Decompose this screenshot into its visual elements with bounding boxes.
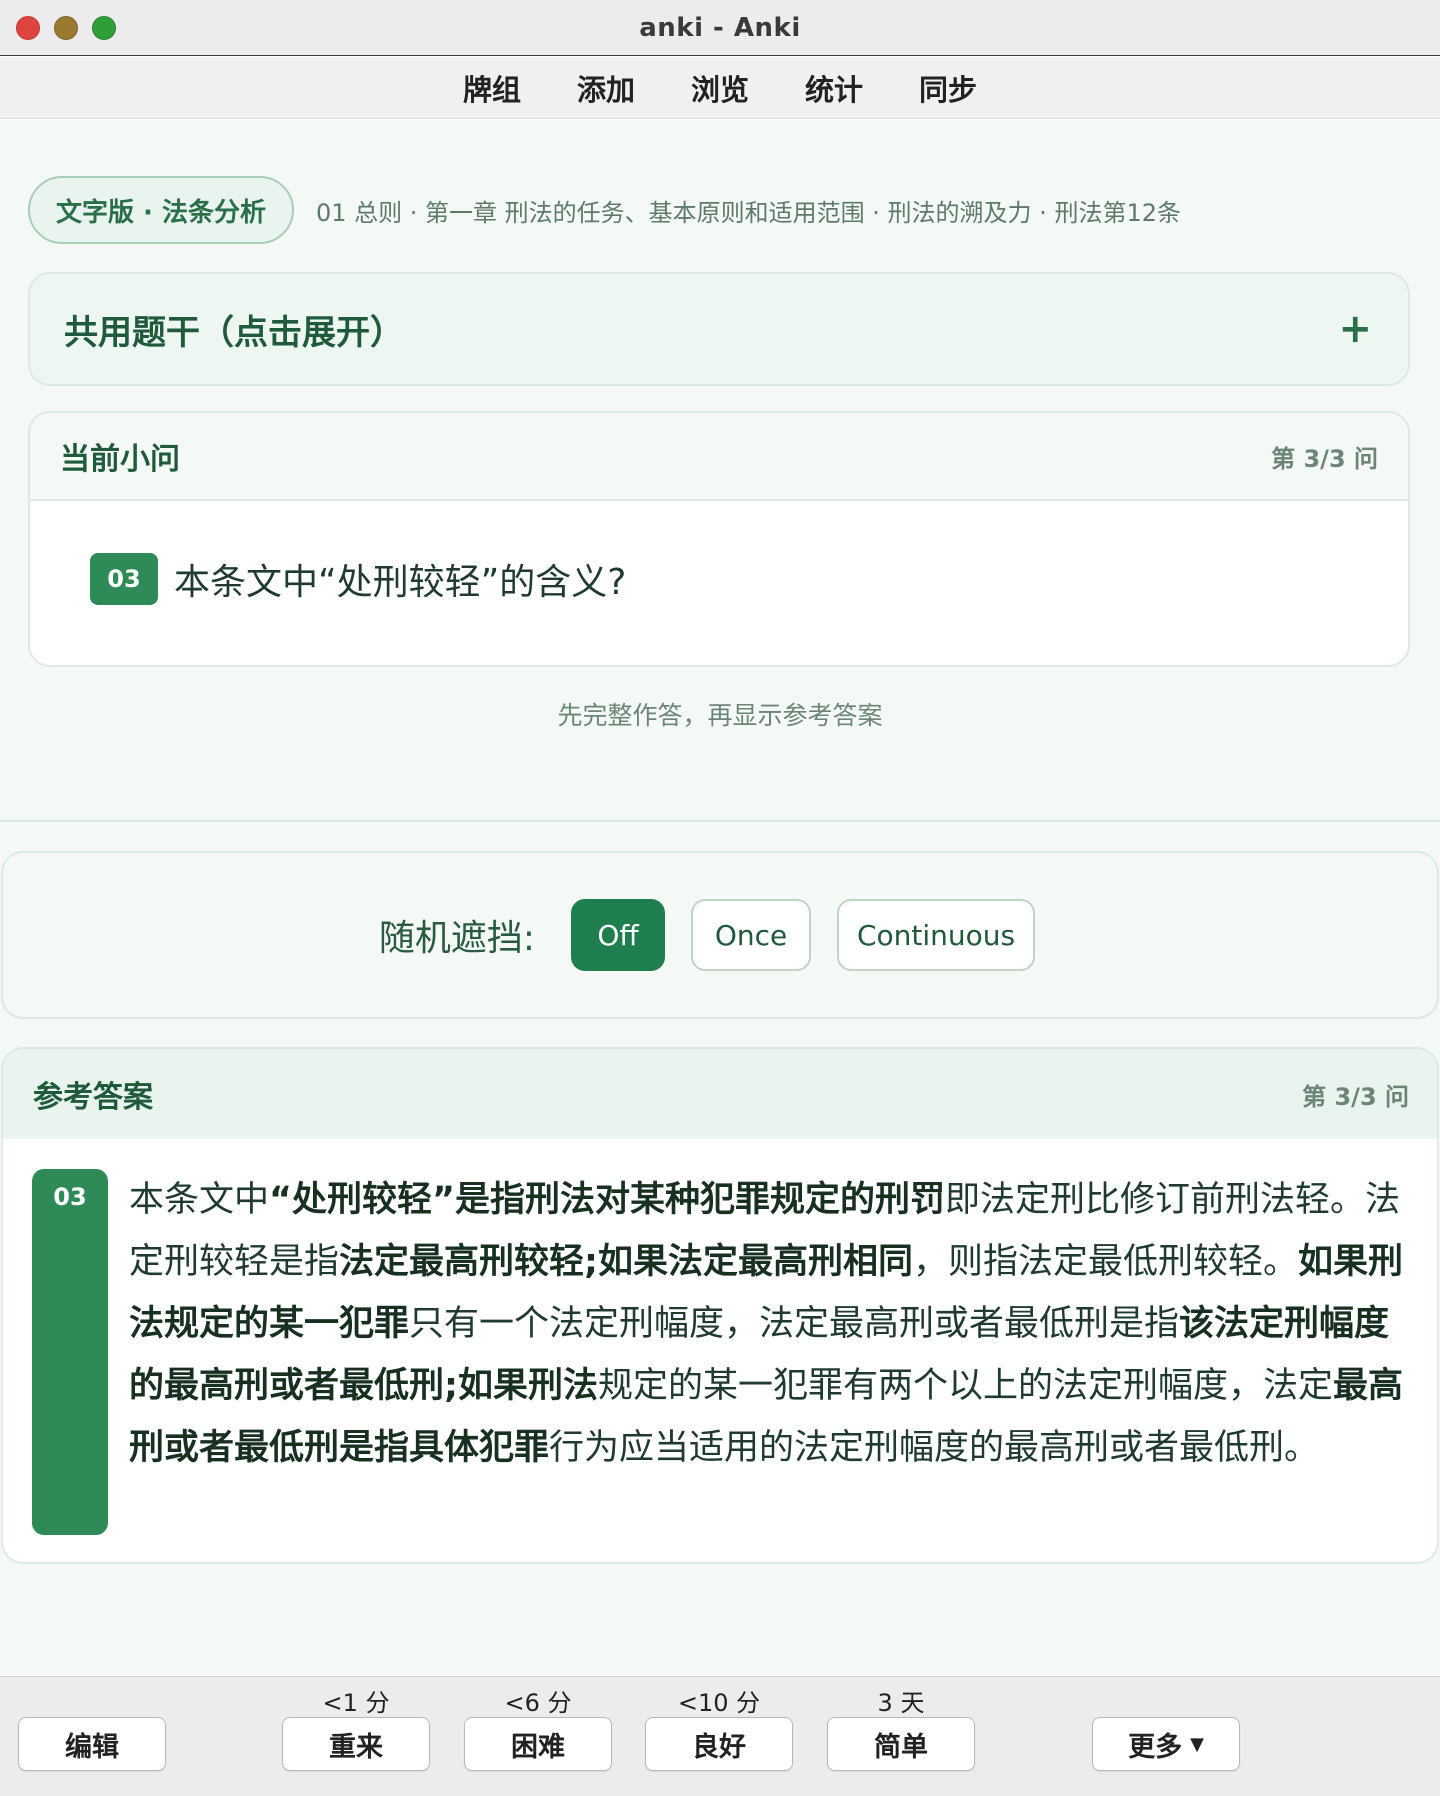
toolbar-browse[interactable]: 浏览 <box>691 67 749 109</box>
random-mask-label: 随机遮挡: <box>378 918 536 959</box>
good-button[interactable]: 良好 <box>645 1717 793 1771</box>
toolbar-sync[interactable]: 同步 <box>919 67 977 109</box>
card-type-tag: 文字版 · 法条分析 <box>28 176 294 244</box>
answer-segment: 法定最高刑较轻;如果法定最高刑相同 <box>339 1242 914 1282</box>
answer-header: 参考答案 第 3/3 问 <box>3 1049 1437 1139</box>
edit-button[interactable]: 编辑 <box>18 1717 166 1771</box>
good-interval: <10 分 <box>677 1689 761 1717</box>
dropdown-caret-icon: ▼ <box>1190 1733 1204 1755</box>
question-text: 本条文中“处刑较轻”的含义? <box>174 562 627 603</box>
question-header-title: 当前小问 <box>60 442 180 477</box>
again-interval: <1 分 <box>322 1689 390 1717</box>
bottom-bar: 编辑 <1 分 重来 <6 分 困难 <10 分 良好 3 天 简单 更多 ▼ <box>0 1676 1440 1796</box>
answer-segment: ，则指法定最低刑较轻。 <box>913 1242 1299 1282</box>
again-button[interactable]: 重来 <box>282 1717 430 1771</box>
answer-hint: 先完整作答，再显示参考答案 <box>557 701 883 730</box>
close-window-button[interactable] <box>16 16 40 40</box>
shared-stem-title: 共用题干（点击展开） <box>64 312 404 353</box>
title-bar: anki - Anki <box>0 0 1440 56</box>
answer-number-badge: 03 <box>32 1169 108 1535</box>
answer-counter: 第 3/3 问 <box>1302 1082 1409 1111</box>
breadcrumb: 01 总则 · 第一章 刑法的任务、基本原则和适用范围 · 刑法的溯及力 · 刑… <box>315 198 1181 227</box>
window-controls <box>16 16 116 40</box>
card-info: 文字版 · 法条分析 01 总则 · 第一章 刑法的任务、基本原则和适用范围 ·… <box>28 176 1181 244</box>
answer-segment: “处刑较轻”是指刑法对某种犯罪规定的刑罚 <box>269 1180 946 1220</box>
toolbar-stats[interactable]: 统计 <box>805 67 863 109</box>
mask-once-button[interactable]: Once <box>691 899 812 971</box>
mask-continuous-button[interactable]: Continuous <box>837 899 1036 971</box>
hard-button[interactable]: 困难 <box>464 1717 612 1771</box>
question-body: 03 本条文中“处刑较轻”的含义? <box>30 501 1408 605</box>
review-area: 文字版 · 法条分析 01 总则 · 第一章 刑法的任务、基本原则和适用范围 ·… <box>0 120 1440 1675</box>
answer-segment: 本条文中 <box>129 1180 270 1220</box>
more-button[interactable]: 更多 ▼ <box>1092 1717 1240 1771</box>
answer-text: 本条文中“处刑较轻”是指刑法对某种犯罪规定的刑罚即法定刑比修订前刑法轻。法定刑较… <box>129 1169 1407 1479</box>
easy-button[interactable]: 简单 <box>827 1717 975 1771</box>
window-title: anki - Anki <box>639 12 801 43</box>
more-label: 更多 <box>1128 1731 1183 1763</box>
minimize-window-button[interactable] <box>54 16 78 40</box>
zoom-window-button[interactable] <box>92 16 116 40</box>
mask-off-button[interactable]: Off <box>571 899 666 971</box>
shared-stem-toggle[interactable]: 共用题干（点击展开） + <box>28 272 1410 386</box>
question-number-badge: 03 <box>90 553 158 605</box>
toolbar-decks[interactable]: 牌组 <box>463 67 521 109</box>
answer-body: 03 本条文中“处刑较轻”是指刑法对某种犯罪规定的刑罚即法定刑比修订前刑法轻。法… <box>3 1139 1437 1535</box>
question-card: 当前小问 第 3/3 问 03 本条文中“处刑较轻”的含义? <box>28 411 1410 667</box>
answer-card: 参考答案 第 3/3 问 03 本条文中“处刑较轻”是指刑法对某种犯罪规定的刑罚… <box>1 1047 1439 1564</box>
answer-segment: 行为应当适用的法定刑幅度的最高刑或者最低刑。 <box>549 1428 1320 1468</box>
question-counter: 第 3/3 问 <box>1271 444 1378 473</box>
expand-plus-icon[interactable]: + <box>1338 309 1372 349</box>
hard-interval: <6 分 <box>504 1689 572 1717</box>
answer-segment: 只有一个法定刑幅度，法定最高刑或者最低刑是指 <box>409 1304 1180 1344</box>
question-header: 当前小问 第 3/3 问 <box>30 413 1408 501</box>
easy-interval: 3 天 <box>877 1689 925 1717</box>
main-toolbar: 牌组 添加 浏览 统计 同步 <box>0 57 1440 119</box>
section-divider <box>0 820 1440 822</box>
random-mask-panel: 随机遮挡: Off Once Continuous <box>1 851 1439 1019</box>
answer-header-title: 参考答案 <box>33 1080 153 1115</box>
toolbar-add[interactable]: 添加 <box>577 67 635 109</box>
answer-segment: 规定的某一犯罪有两个以上的法定刑幅度，法定 <box>598 1366 1334 1406</box>
